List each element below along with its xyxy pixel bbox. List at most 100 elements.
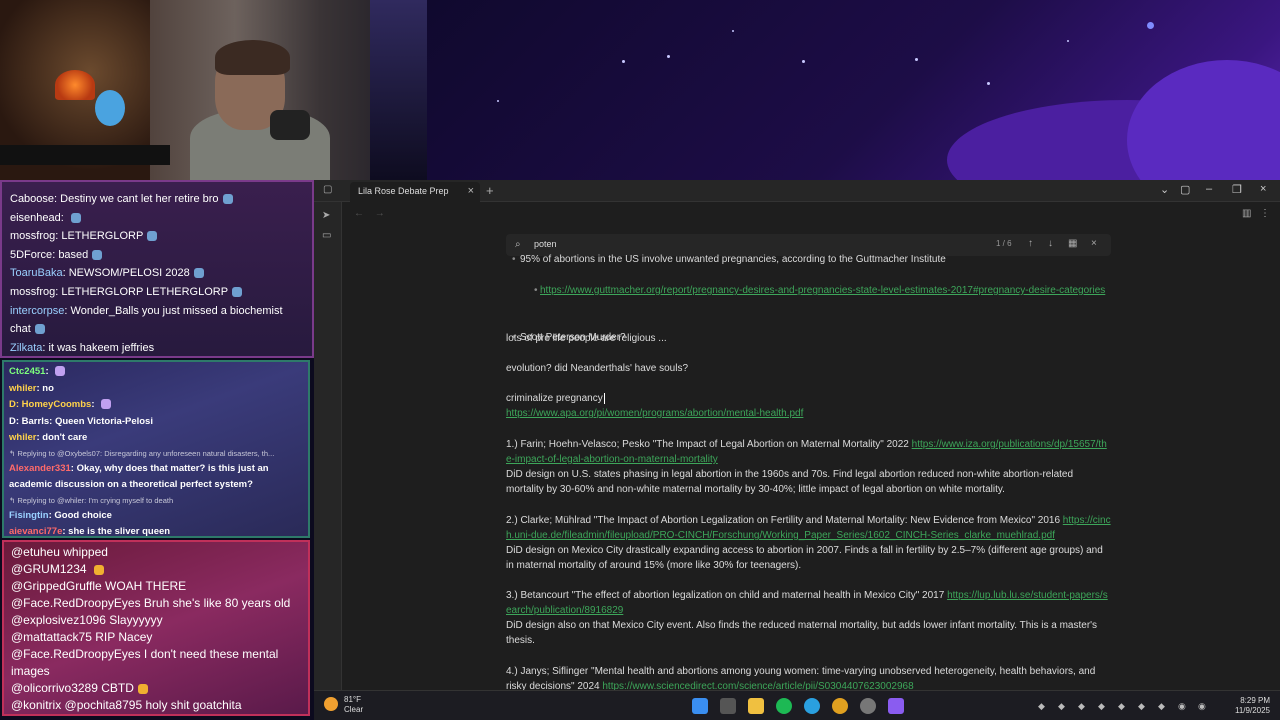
spotify-icon[interactable] (776, 698, 792, 714)
close-tab-icon[interactable]: × (468, 185, 474, 197)
obsidian-icon[interactable] (888, 698, 904, 714)
tray-icon[interactable]: ◆ (1098, 701, 1105, 712)
chat-username[interactable]: @mattattack75 (11, 630, 92, 644)
chat-panel-secondary[interactable]: Ctc2451: whiler: no D: HomeyCoombs: D: Ba… (2, 360, 310, 538)
tray-icon[interactable]: ◆ (1118, 701, 1125, 712)
more-options-icon[interactable]: ⋮ (1260, 208, 1270, 219)
chat-username[interactable]: mossfrog (10, 230, 55, 242)
volume-icon[interactable]: ◉ (1198, 701, 1206, 712)
files-icon[interactable]: ▭ (322, 230, 334, 242)
emote-icon (137, 683, 148, 694)
forward-arrow-icon[interactable]: → (375, 208, 385, 219)
chat-username[interactable]: Alexander331 (9, 463, 71, 474)
chat-username[interactable]: Caboose (10, 193, 54, 205)
tray-icon[interactable]: ◆ (1158, 701, 1165, 712)
chat-message: @etuheu whipped (11, 544, 301, 561)
tray-icon[interactable]: ◆ (1138, 701, 1145, 712)
chat-message: chat (10, 320, 304, 339)
guttmacher-link[interactable]: https://www.guttmacher.org/report/pregna… (540, 285, 1105, 296)
link-line[interactable]: https://www.apa.org/pi/women/programs/ab… (506, 406, 1111, 421)
bullet-link[interactable]: https://www.guttmacher.org/report/pregna… (506, 283, 1111, 298)
maximize-icon[interactable]: ❐ (1232, 183, 1242, 196)
chat-username[interactable]: ToaruBaka (10, 267, 63, 279)
start-icon[interactable] (692, 698, 708, 714)
close-search-icon[interactable]: × (1091, 238, 1097, 249)
chat-text: chat (10, 323, 31, 336)
chat-username[interactable]: mossfrog (10, 286, 55, 298)
chat-username[interactable]: whiler (9, 432, 36, 443)
chat-username[interactable]: D: HomeyCoombs (9, 399, 91, 410)
note-content[interactable]: 95% of abortions in the US involve unwan… (506, 252, 1111, 692)
emote-icon (93, 564, 104, 575)
apa-link[interactable]: https://www.apa.org/pi/women/programs/ab… (506, 408, 803, 419)
chat-text: LETHERGLORP LETHERGLORP (61, 285, 229, 298)
tab-lila-rose-debate-prep[interactable]: Lila Rose Debate Prep × (350, 182, 480, 202)
chat-username[interactable]: Ctc2451 (9, 366, 45, 377)
reading-view-icon[interactable]: ▥ (1242, 208, 1251, 219)
tray-icon[interactable]: ◆ (1058, 701, 1065, 712)
chat-username[interactable]: 5DForce (10, 249, 52, 261)
chat-username[interactable]: @olicorrivo3289 (11, 681, 98, 695)
options-icon[interactable]: ▦ (1068, 238, 1077, 249)
sidebar-toggle-icon[interactable]: ▢ (323, 184, 335, 196)
source-3-description: DiD design also on that Mexico City even… (506, 620, 1098, 646)
chat-username[interactable]: Fisingtin (9, 510, 49, 521)
chat-message: aievanci77e: she is the sliver queen (9, 524, 303, 537)
chat-panel-youtube[interactable]: @etuheu whipped @GRUM1234 @GrippedGruffle… (2, 540, 310, 716)
lamp (55, 70, 95, 100)
chat-username[interactable]: @explosivez1096 (11, 613, 106, 627)
chat-username[interactable]: intercorpse (10, 305, 64, 317)
clock[interactable]: 8:29 PM 11/9/2025 (1235, 696, 1270, 716)
chat-message: whiler: no (9, 381, 303, 398)
obs-icon[interactable] (860, 698, 876, 714)
chat-text: Slayyyyyy (109, 613, 163, 627)
keyboard (0, 145, 170, 165)
tray-icon[interactable]: ◆ (1038, 701, 1045, 712)
clock-time: 8:29 PM (1240, 696, 1270, 705)
chat-text: NEWSOM/PELOSI 2028 (68, 267, 190, 280)
chat-username[interactable]: @GRUM1234 (11, 562, 87, 576)
chat-message: ToaruBaka: NEWSOM/PELOSI 2028 (10, 264, 304, 283)
next-match-icon[interactable]: ↓ (1048, 238, 1053, 249)
microphone (270, 110, 310, 140)
taskbar: 81°F Clear ◆ ◆ ◆ ◆ ◆ ◆ ◆ ◉ ◉ 8:29 PM 11/… (314, 690, 1280, 720)
tray-icon[interactable]: ◆ (1078, 701, 1085, 712)
chat-text: she is the sliver queen (68, 526, 171, 537)
chat-text: Queen Victoria-Pelosi (54, 415, 153, 427)
chat-username[interactable]: @konitrix (11, 698, 61, 712)
reply-context: ↰ Replying to @Oxybels07: Disregarding a… (9, 448, 275, 458)
chat-message: @konitrix @pochita8795 holy shit goatchi… (11, 697, 301, 714)
weather-widget[interactable]: 81°F Clear (324, 695, 363, 715)
new-tab-icon[interactable]: + (486, 183, 494, 198)
chat-username[interactable]: whiler (9, 383, 36, 394)
previous-match-icon[interactable]: ↑ (1028, 238, 1033, 249)
search-input[interactable]: poten (534, 239, 557, 249)
back-arrow-icon[interactable]: ← (354, 208, 364, 219)
layout-icon[interactable]: ▢ (1180, 183, 1190, 196)
chat-username[interactable]: Zilkata (10, 342, 42, 354)
chat-text: don't care (42, 432, 88, 443)
chat-message: Caboose: Destiny we cant let her retire … (10, 190, 304, 209)
chat-username[interactable]: eisenhead (10, 212, 61, 224)
chat-username[interactable]: aievanci77e (9, 526, 62, 536)
chat-username[interactable]: @GrippedGruffle (11, 579, 102, 593)
chat-username[interactable]: D: Barrls (9, 416, 49, 427)
wifi-icon[interactable]: ◉ (1178, 701, 1186, 712)
task-view-icon[interactable] (720, 698, 736, 714)
chrome-icon[interactable] (832, 698, 848, 714)
chat-panel-main[interactable]: Caboose: Destiny we cant let her retire … (0, 180, 314, 358)
chat-message: @explosivez1096 Slayyyyyy (11, 612, 301, 629)
file-explorer-icon[interactable] (748, 698, 764, 714)
chat-text: Destiny we cant let her retire bro (60, 193, 219, 205)
send-icon[interactable]: ➤ (322, 210, 334, 222)
close-window-icon[interactable]: × (1260, 183, 1266, 195)
chat-text: based (58, 248, 89, 261)
chat-username[interactable]: @Face.RedDroopyEyes (11, 596, 141, 610)
minimize-icon[interactable]: – (1206, 183, 1212, 195)
chevron-down-icon[interactable]: ⌄ (1160, 183, 1169, 196)
chat-username[interactable]: @Face.RedDroopyEyes (11, 647, 141, 661)
chat-message: eisenhead: (10, 209, 304, 228)
chat-username[interactable]: @etuheu (11, 545, 60, 559)
edge-icon[interactable] (804, 698, 820, 714)
chat-text: WOAH THERE (105, 579, 187, 593)
